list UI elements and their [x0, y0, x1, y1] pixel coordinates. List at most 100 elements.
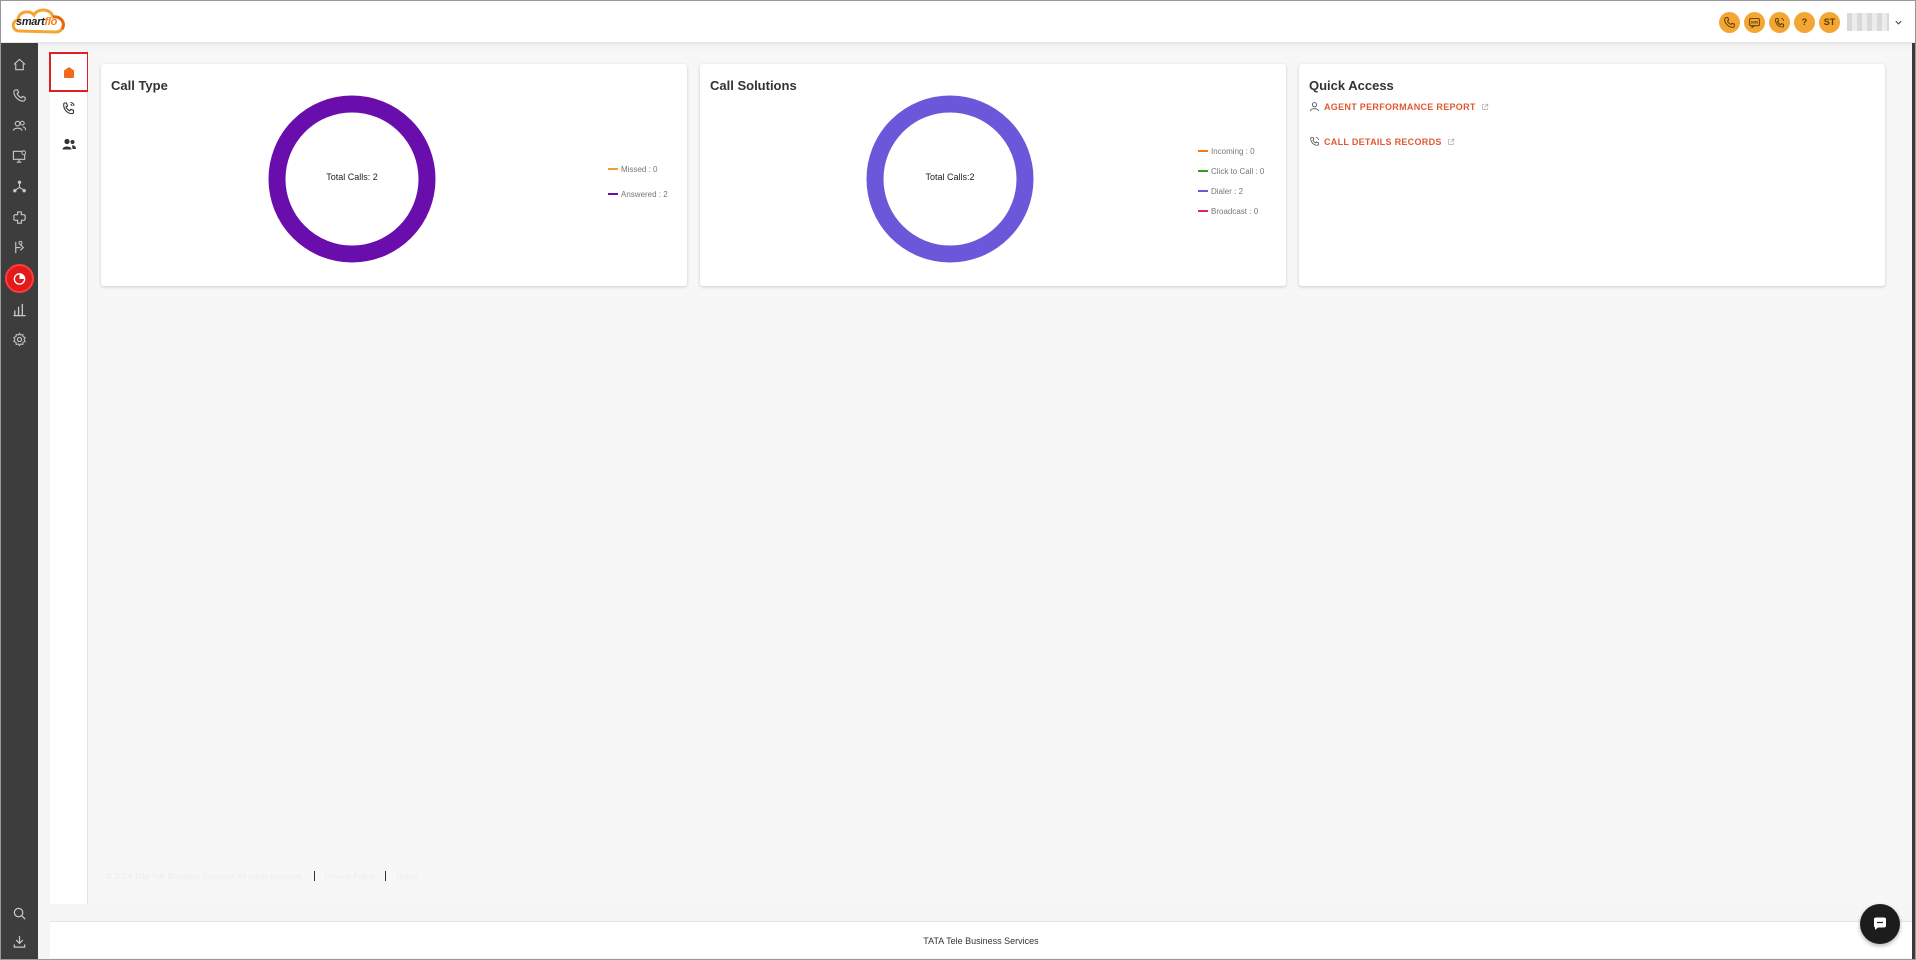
primary-nav-rail: [1, 43, 38, 959]
home-icon: [13, 58, 26, 71]
nav-reports[interactable]: [9, 299, 30, 320]
top-header: smartflo SMS ? ST: [1, 1, 1915, 43]
monitor-icon: [12, 150, 27, 163]
copyright-text: © 2024 Tata Tele Business Services. All …: [106, 871, 304, 881]
legend-swatch: [608, 168, 618, 170]
app-window: smartflo SMS ? ST Call Type Total Calls:…: [0, 0, 1916, 960]
call-solutions-donut-chart[interactable]: Total Calls:2: [865, 94, 1035, 264]
legend-item-incoming[interactable]: Incoming : 0: [1198, 146, 1264, 156]
chevron-down-icon[interactable]: [1891, 15, 1905, 29]
download-icon: [13, 935, 26, 948]
call-type-donut-chart[interactable]: Total Calls: 2: [267, 94, 437, 264]
dashboard-icon: [13, 273, 26, 285]
subnav-call-activity[interactable]: [50, 93, 88, 123]
legend-item-broadcast[interactable]: Broadcast : 0: [1198, 206, 1264, 216]
call-type-title: Call Type: [111, 78, 168, 93]
phone-ring-icon: [63, 102, 75, 115]
phone-ring-icon: [1775, 17, 1785, 28]
nav-users[interactable]: [9, 115, 30, 136]
chat-icon: [1874, 917, 1886, 930]
dashboard-subnav: [49, 51, 89, 904]
subnav-overview[interactable]: [49, 52, 89, 92]
link-label: CALL DETAILS RECORDS: [1324, 136, 1442, 147]
network-icon: [13, 180, 26, 193]
phone-call-button[interactable]: [1719, 11, 1740, 33]
gear-icon: [13, 332, 26, 347]
search-icon: [13, 907, 26, 920]
legend-swatch: [608, 193, 618, 195]
legend-label: Dialer : 2: [1211, 186, 1244, 196]
nav-download[interactable]: [9, 931, 30, 952]
legend-label: Click to Call : 0: [1211, 166, 1265, 176]
sms-icon: SMS: [1749, 17, 1760, 28]
phone-icon: [1310, 136, 1319, 146]
users-icon: [12, 120, 27, 131]
nav-home[interactable]: [9, 54, 30, 75]
quick-access-title: Quick Access: [1309, 78, 1394, 93]
call-type-card: Call Type Total Calls: 2 Missed : 0 Answ…: [101, 64, 687, 286]
bottom-bar: TATA Tele Business Services: [50, 921, 1912, 958]
content-footer: © 2024 Tata Tele Business Services. All …: [106, 871, 417, 881]
footer-divider: [384, 871, 386, 881]
legend-swatch: [1198, 210, 1208, 212]
nav-calls[interactable]: [9, 85, 30, 106]
external-link-icon: [1481, 103, 1488, 110]
phone-icon: [1724, 16, 1735, 28]
dashboard-content: Call Type Total Calls: 2 Missed : 0 Answ…: [88, 51, 1915, 904]
nav-integrations[interactable]: [9, 207, 30, 228]
call-log-button[interactable]: [1769, 11, 1790, 33]
legend-swatch: [1198, 170, 1208, 172]
nav-search[interactable]: [9, 903, 30, 924]
nav-monitor[interactable]: [9, 146, 30, 167]
help-button[interactable]: ?: [1794, 11, 1815, 33]
chat-button[interactable]: [1860, 904, 1900, 944]
legend-item-dialer[interactable]: Dialer : 2: [1198, 186, 1264, 196]
call-solutions-total: Total Calls:2: [925, 172, 975, 182]
user-name-redacted[interactable]: [1847, 13, 1889, 31]
nav-network[interactable]: [9, 176, 30, 197]
right-edge: [1912, 43, 1915, 959]
phone-icon: [13, 89, 26, 102]
company-name: TATA Tele Business Services: [923, 936, 1039, 946]
legend-item-missed[interactable]: Missed : 0: [608, 164, 668, 174]
subnav-agents[interactable]: [50, 129, 88, 159]
privacy-link[interactable]: Privacy Policy: [325, 872, 375, 881]
routing-icon: [15, 240, 25, 254]
nav-dashboard[interactable]: [5, 264, 34, 293]
smartflo-logo[interactable]: smartflo: [9, 5, 69, 38]
help-icon: ?: [1801, 17, 1808, 27]
puzzle-icon: [13, 211, 26, 224]
user-icon: [1309, 102, 1320, 112]
home-icon: [64, 67, 74, 78]
legend-item-answered[interactable]: Answered : 2: [608, 189, 668, 199]
legend-label: Broadcast : 0: [1211, 206, 1259, 216]
legend-item-click-to-call[interactable]: Click to Call : 0: [1198, 166, 1264, 176]
bar-chart-icon: [13, 303, 26, 317]
call-solutions-legend: Incoming : 0 Click to Call : 0 Dialer : …: [1198, 146, 1264, 226]
nav-settings[interactable]: [9, 329, 30, 350]
quick-access-card: Quick Access AGENT PERFORMANCE REPORT CA…: [1299, 64, 1885, 286]
nav-routing[interactable]: [9, 237, 30, 258]
legend-swatch: [1198, 150, 1208, 152]
sms-button[interactable]: SMS: [1744, 11, 1765, 33]
legend-label: Answered : 2: [621, 189, 668, 199]
call-type-legend: Missed : 0 Answered : 2: [608, 164, 668, 209]
external-link-icon: [1447, 138, 1454, 145]
user-avatar[interactable]: ST: [1819, 11, 1840, 33]
call-details-records-link[interactable]: CALL DETAILS RECORDS: [1309, 136, 1455, 147]
legend-label: Incoming : 0: [1211, 146, 1255, 156]
legend-swatch: [1198, 190, 1208, 192]
user-initials: ST: [1823, 17, 1836, 27]
svg-text:SMS: SMS: [1751, 20, 1759, 24]
call-type-total: Total Calls: 2: [326, 172, 378, 182]
legend-label: Missed : 0: [621, 164, 658, 174]
link-label: AGENT PERFORMANCE REPORT: [1324, 101, 1476, 112]
agent-performance-report-link[interactable]: AGENT PERFORMANCE REPORT: [1309, 101, 1489, 112]
call-solutions-title: Call Solutions: [710, 78, 797, 93]
agents-icon: [62, 138, 76, 150]
call-solutions-card: Call Solutions Total Calls:2 Incoming : …: [700, 64, 1286, 286]
terms-link[interactable]: Terms: [396, 872, 418, 881]
header-actions: SMS ? ST: [1715, 11, 1905, 33]
footer-divider: [313, 871, 315, 881]
logo-wordmark: smartflo: [16, 16, 58, 28]
